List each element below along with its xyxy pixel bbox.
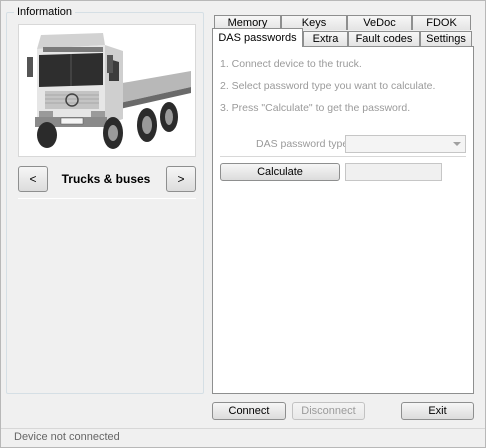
- next-vehicle-button[interactable]: >: [166, 166, 196, 192]
- instruction-step-2: 2. Select password type you want to calc…: [220, 80, 436, 92]
- calculate-button[interactable]: Calculate: [220, 163, 340, 181]
- panel-divider: [220, 156, 466, 157]
- information-group-title: Information: [14, 6, 76, 18]
- exit-button[interactable]: Exit: [401, 402, 474, 420]
- tab-fdok[interactable]: FDOK: [412, 15, 471, 30]
- instruction-step-1: 1. Connect device to the truck.: [220, 58, 362, 70]
- tab-settings[interactable]: Settings: [420, 31, 472, 46]
- disconnect-button[interactable]: Disconnect: [292, 402, 365, 420]
- password-type-label: DAS password type: [256, 138, 349, 150]
- connection-status-text: Device not connected: [14, 431, 120, 443]
- tab-fault-codes[interactable]: Fault codes: [348, 31, 420, 46]
- dropdown-arrow-icon: [453, 142, 461, 146]
- password-type-select[interactable]: [345, 135, 466, 153]
- tab-vedoc[interactable]: VeDoc: [347, 15, 412, 30]
- group-divider: [18, 198, 196, 199]
- instruction-step-3: 3. Press "Calculate" to get the password…: [220, 102, 411, 114]
- tab-das-passwords[interactable]: DAS passwords: [212, 28, 303, 47]
- tab-extra[interactable]: Extra: [303, 31, 348, 46]
- previous-vehicle-button[interactable]: <: [18, 166, 48, 192]
- truck-image: [18, 24, 196, 157]
- connect-button[interactable]: Connect: [212, 402, 286, 420]
- vehicle-type-label: Trucks & buses: [61, 172, 151, 186]
- password-result-field[interactable]: [345, 163, 442, 181]
- das-passwords-panel: [212, 46, 474, 394]
